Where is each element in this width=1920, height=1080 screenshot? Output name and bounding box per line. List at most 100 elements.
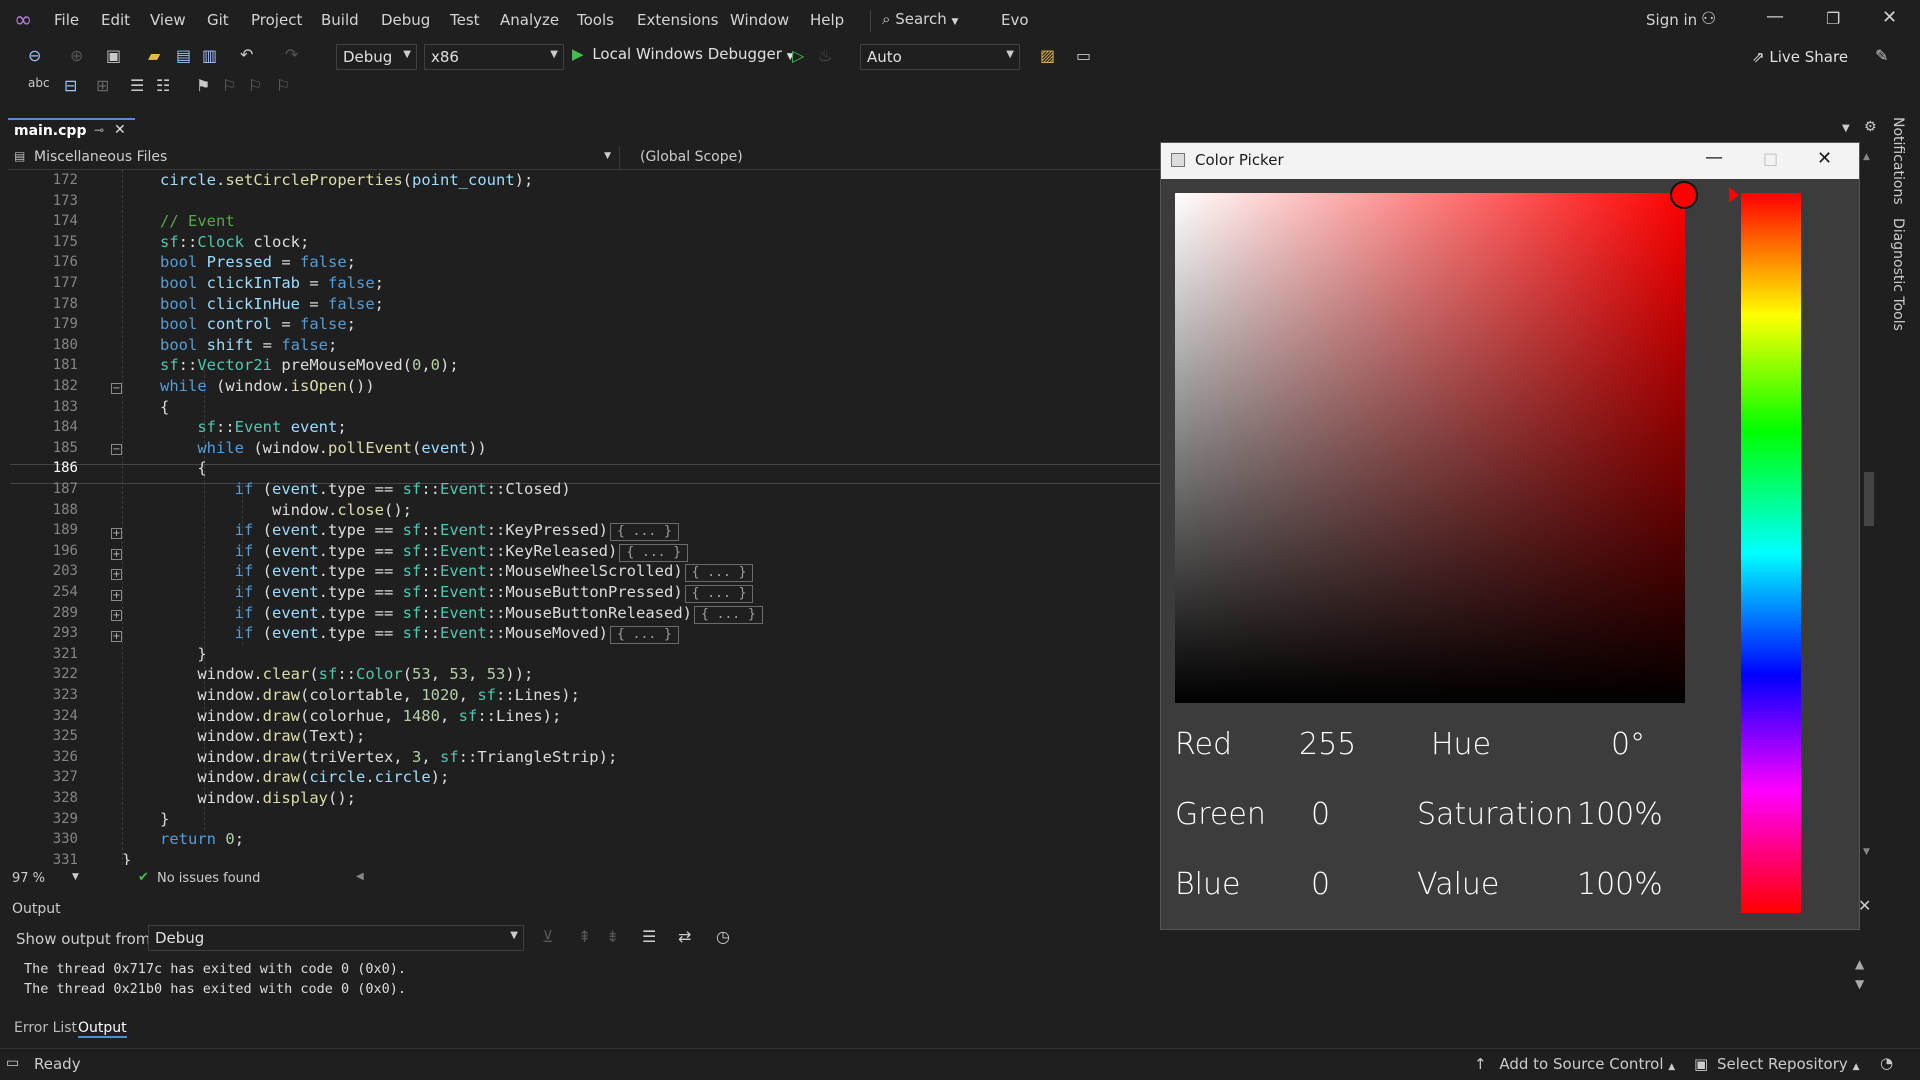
- timestamp-icon[interactable]: ◷: [716, 927, 730, 946]
- tab-error-list[interactable]: Error List: [14, 1020, 77, 1036]
- maximize-icon[interactable]: □: [1763, 149, 1778, 168]
- chevron-down-icon[interactable]: ▼: [72, 872, 79, 882]
- select-repository-button[interactable]: ▣ Select Repository ▲: [1694, 1055, 1859, 1073]
- bookmark-icon[interactable]: ⚑: [196, 76, 210, 95]
- tab-overflow-icon[interactable]: ▼: [1842, 123, 1850, 134]
- live-share-button[interactable]: ⇗ Live Share: [1752, 48, 1848, 66]
- zoom-level[interactable]: 97 %: [12, 871, 45, 886]
- auto-select[interactable]: Auto ▼: [860, 44, 1020, 70]
- notification-bell-icon[interactable]: ◔: [1880, 1054, 1893, 1072]
- parameter-info-icon[interactable]: ⊞: [96, 76, 109, 95]
- save-all-icon[interactable]: ▥: [202, 46, 217, 65]
- open-folder-icon[interactable]: ▰: [148, 46, 160, 65]
- menu-git[interactable]: Git: [207, 11, 229, 29]
- add-to-source-control-button[interactable]: ↑ Add to Source Control ▲: [1474, 1055, 1675, 1073]
- feedback-icon[interactable]: ✎: [1875, 46, 1888, 65]
- project-dropdown[interactable]: ▤ Miscellaneous Files ▼: [8, 146, 620, 170]
- undo-icon[interactable]: ↶: [240, 45, 253, 64]
- window-layout-icon[interactable]: ▭: [1076, 46, 1091, 65]
- close-icon[interactable]: ✕: [1882, 7, 1897, 28]
- sign-in-link[interactable]: Sign in: [1646, 11, 1697, 29]
- menu-build[interactable]: Build: [321, 11, 359, 29]
- menu-file[interactable]: File: [54, 11, 79, 29]
- spell-check-icon[interactable]: abc: [28, 76, 50, 90]
- menu-view[interactable]: View: [150, 11, 186, 29]
- find-in-output-icon[interactable]: ⊻: [542, 927, 554, 946]
- outdent-icon[interactable]: ☰: [130, 76, 144, 95]
- start-debugging-button[interactable]: ▶ Local Windows Debugger ▼: [572, 45, 794, 63]
- fold-expand-icon[interactable]: +: [111, 631, 122, 642]
- menu-debug[interactable]: Debug: [381, 11, 430, 29]
- hue-slider[interactable]: [1741, 193, 1801, 913]
- configuration-select[interactable]: Debug ▼: [336, 44, 417, 70]
- next-message-icon[interactable]: ⇟: [606, 927, 619, 946]
- scrollbar-thumb[interactable]: [1864, 472, 1874, 526]
- fold-expand-icon[interactable]: +: [111, 549, 122, 560]
- next-bookmark-icon[interactable]: ⚐: [248, 76, 262, 95]
- menu-tools[interactable]: Tools: [577, 11, 614, 29]
- clear-bookmarks-icon[interactable]: ⚐: [276, 76, 290, 95]
- close-icon[interactable]: ✕: [1817, 148, 1832, 169]
- settings-gear-icon[interactable]: ⚙: [1864, 119, 1877, 135]
- menu-help[interactable]: Help: [810, 11, 844, 29]
- menu-edit[interactable]: Edit: [101, 11, 130, 29]
- minimize-icon[interactable]: —: [1766, 6, 1784, 27]
- fold-expand-icon[interactable]: +: [111, 610, 122, 621]
- scroll-down-icon[interactable]: ▼: [1855, 977, 1864, 991]
- collapsed-block[interactable]: { ... }: [684, 585, 754, 603]
- sv-selector-handle[interactable]: [1670, 181, 1698, 209]
- forward-icon[interactable]: ⊕: [70, 46, 83, 65]
- fold-expand-icon[interactable]: +: [111, 528, 122, 539]
- output-text-area[interactable]: The thread 0x717c has exited with code 0…: [8, 955, 1848, 1013]
- code-editor[interactable]: 172 173 174 175 176 177 178 179 180 181 182 183 184 1…: [10, 170, 1160, 865]
- editor-scrollbar[interactable]: ▲ ▼: [1860, 152, 1876, 862]
- folder-view-icon[interactable]: ▨: [1040, 46, 1055, 65]
- collapsed-block[interactable]: { ... }: [610, 523, 679, 541]
- fold-expand-icon[interactable]: +: [111, 569, 122, 580]
- hue-pointer-icon[interactable]: [1729, 187, 1739, 203]
- start-without-debugging-icon[interactable]: ▷: [792, 46, 804, 65]
- indent-icon[interactable]: ☷: [156, 76, 170, 95]
- menu-analyze[interactable]: Analyze: [500, 11, 559, 29]
- clear-all-icon[interactable]: ☰: [642, 927, 656, 946]
- word-wrap-icon[interactable]: ⇄: [678, 927, 691, 946]
- platform-select[interactable]: x86 ▼: [424, 44, 564, 70]
- scroll-up-icon[interactable]: ▲: [1863, 152, 1870, 162]
- pin-icon[interactable]: ⊸: [94, 123, 104, 137]
- redo-icon[interactable]: ↷: [285, 45, 298, 64]
- notifications-tab[interactable]: Notifications: [1890, 117, 1906, 205]
- color-picker-titlebar[interactable]: Color Picker — □ ✕: [1161, 143, 1859, 179]
- scope-dropdown[interactable]: (Global Scope): [630, 146, 1150, 170]
- new-project-icon[interactable]: ▣: [106, 46, 121, 65]
- collapsed-block[interactable]: { ... }: [694, 606, 763, 624]
- minimize-icon[interactable]: —: [1705, 147, 1723, 168]
- scroll-down-icon[interactable]: ▼: [1863, 847, 1870, 857]
- output-source-select[interactable]: Debug ▼: [148, 925, 524, 951]
- scroll-left-icon[interactable]: ◀: [356, 871, 364, 882]
- restore-icon[interactable]: ❐: [1826, 9, 1840, 28]
- menu-extensions[interactable]: Extensions: [637, 11, 718, 29]
- diagnostic-tools-tab[interactable]: Diagnostic Tools: [1890, 218, 1906, 331]
- menu-project[interactable]: Project: [251, 11, 302, 29]
- tab-output[interactable]: Output: [78, 1020, 127, 1038]
- collapsed-block[interactable]: { ... }: [619, 544, 689, 562]
- prev-message-icon[interactable]: ⇞: [578, 927, 591, 946]
- collapsed-block[interactable]: { ... }: [610, 626, 679, 644]
- fold-expand-icon[interactable]: +: [111, 590, 122, 601]
- fold-collapse-icon[interactable]: −: [111, 444, 122, 455]
- menu-window[interactable]: Window: [730, 11, 789, 29]
- search-button[interactable]: ⌕ Search ▼: [882, 10, 958, 28]
- menu-test[interactable]: Test: [450, 11, 480, 29]
- prev-bookmark-icon[interactable]: ⚐: [222, 76, 236, 95]
- collapsed-block[interactable]: { ... }: [684, 564, 754, 582]
- hot-reload-icon[interactable]: ♨: [818, 46, 832, 65]
- close-panel-icon[interactable]: ✕: [1858, 896, 1871, 915]
- account-icon[interactable]: ⚇: [1701, 9, 1716, 29]
- save-icon[interactable]: ▤: [176, 46, 191, 65]
- back-icon[interactable]: ⊖: [28, 46, 41, 65]
- tab-main-cpp[interactable]: main.cpp ⊸ ✕: [8, 118, 135, 142]
- scroll-up-icon[interactable]: ▲: [1855, 957, 1864, 971]
- close-tab-icon[interactable]: ✕: [114, 122, 126, 138]
- fold-collapse-icon[interactable]: −: [111, 383, 122, 394]
- member-list-icon[interactable]: ⊟: [64, 76, 77, 95]
